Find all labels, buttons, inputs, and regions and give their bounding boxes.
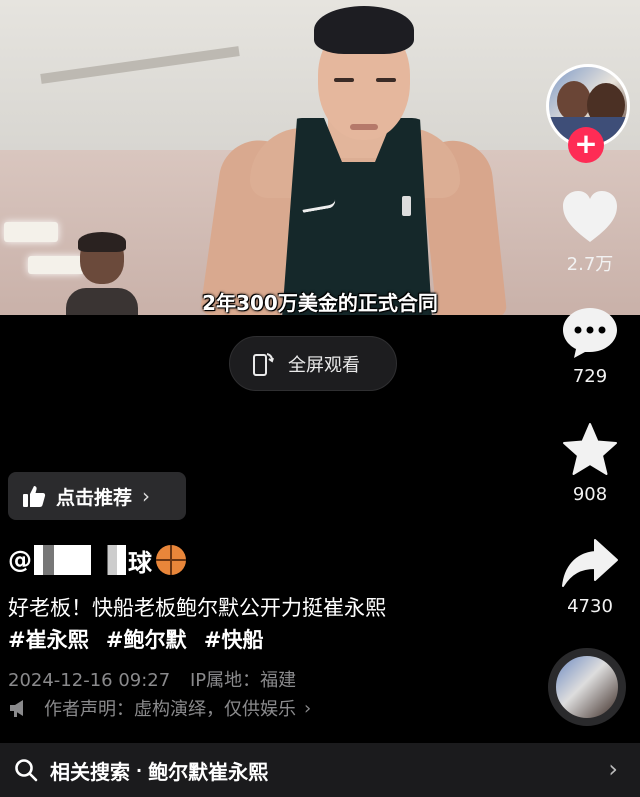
heart-icon <box>563 191 617 242</box>
chevron-right-icon: › <box>608 755 618 783</box>
megaphone-icon <box>10 700 23 717</box>
follow-button[interactable]: + <box>568 127 604 163</box>
recommend-button[interactable]: 点击推荐 › <box>8 472 186 520</box>
search-prefix: 相关搜索 <box>50 759 130 784</box>
statement-text: 作者声明：虚构演绎，仅供娱乐 <box>44 699 296 720</box>
like-count: 2.7万 <box>566 254 614 275</box>
post-date: 2024-12-16 09:27 <box>8 670 171 691</box>
basketball-emoji-icon <box>156 545 186 575</box>
author-statement[interactable]: 作者声明：虚构演绎，仅供娱乐 › <box>8 695 311 721</box>
fullscreen-button[interactable]: 全屏观看 <box>229 336 397 391</box>
fullscreen-label: 全屏观看 <box>288 354 360 376</box>
music-disc-avatar[interactable] <box>548 648 626 726</box>
share-count: 4730 <box>567 596 613 617</box>
comment-icon <box>563 308 617 358</box>
search-query: 鲍尔默崔永熙 <box>148 759 269 784</box>
rotate-screen-icon <box>253 352 274 376</box>
share-arrow-icon <box>562 539 618 587</box>
author-name[interactable]: @ 球 <box>8 540 186 580</box>
ip-location: IP属地：福建 <box>189 670 297 691</box>
favorite-button[interactable]: 908 <box>540 422 640 505</box>
share-button[interactable]: 4730 <box>540 538 640 617</box>
comment-count: 729 <box>572 366 608 387</box>
author-suffix: 球 <box>128 548 152 577</box>
redacted-mosaic <box>34 545 126 575</box>
thumbs-up-icon <box>23 486 46 507</box>
post-meta: 2024-12-16 09:27 IP属地：福建 <box>8 666 310 692</box>
chevron-right-icon: › <box>304 697 312 719</box>
related-search-bar[interactable]: 相关搜索 · 鲍尔默崔永熙 › <box>0 743 640 797</box>
hashtag-link[interactable]: #崔永熙 <box>8 628 89 652</box>
separator-dot: · <box>136 760 143 780</box>
like-button[interactable]: 2.7万 <box>540 190 640 276</box>
recommend-label: 点击推荐 <box>56 486 133 509</box>
basketball-player <box>199 0 508 315</box>
hashtag-list: #崔永熙 #鲍尔默 #快船 <box>8 624 273 654</box>
favorite-count: 908 <box>572 484 608 505</box>
ceiling-light <box>4 222 58 242</box>
search-icon <box>15 759 38 782</box>
comment-button[interactable]: 729 <box>540 306 640 387</box>
author-prefix: @ <box>8 546 32 574</box>
post-description: 好老板！快船老板鲍尔默公开力挺崔永熙 <box>8 596 386 620</box>
hashtag-link[interactable]: #快船 <box>204 628 264 652</box>
hashtag-link[interactable]: #鲍尔默 <box>106 628 187 652</box>
star-icon <box>563 423 617 475</box>
chevron-right-icon: › <box>142 484 151 508</box>
